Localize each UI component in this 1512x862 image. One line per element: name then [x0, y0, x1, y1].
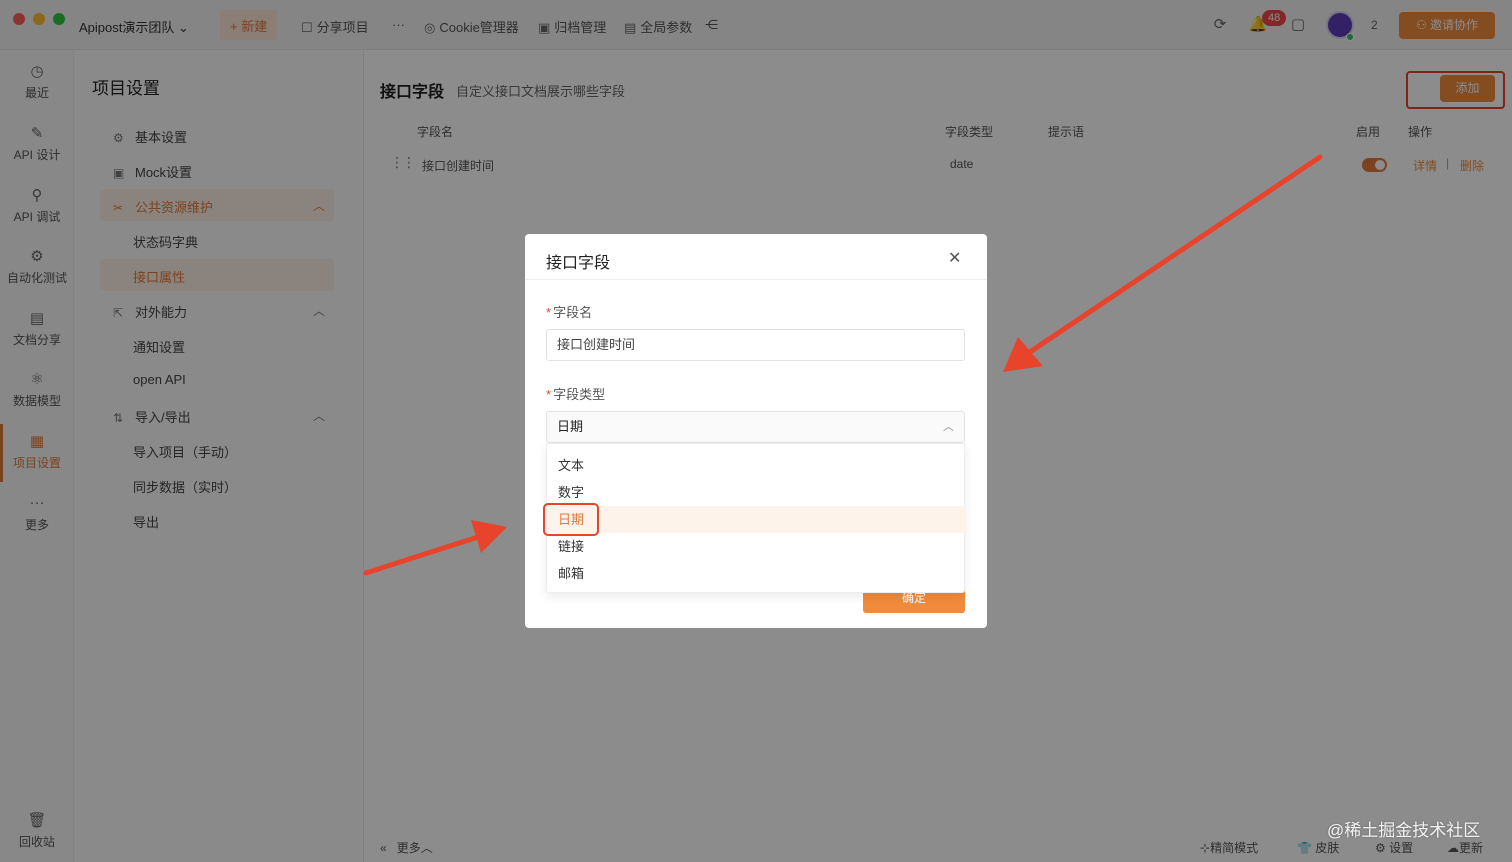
option-text[interactable]: 文本: [547, 452, 966, 479]
modal-title: 接口字段: [546, 255, 611, 272]
field-name-input[interactable]: 接口创建时间: [546, 329, 965, 361]
field-type-label-text: 字段类型: [553, 387, 606, 402]
watermark: @稀土掘金技术社区: [1327, 821, 1481, 840]
field-name-label: * 字段名: [546, 302, 592, 321]
option-link[interactable]: 链接: [547, 533, 966, 560]
required-mark: *: [546, 387, 552, 402]
field-name-label-text: 字段名: [553, 305, 593, 320]
option-number[interactable]: 数字: [547, 479, 966, 506]
chevron-up-icon: ︿: [943, 421, 954, 433]
field-type-select[interactable]: 日期 ︿: [546, 411, 965, 443]
option-email[interactable]: 邮箱: [547, 560, 966, 587]
field-modal: 接口字段 ✕ * 字段名 接口创建时间 * 字段类型 日期 ︿ 确定 文本 数字 日…: [525, 234, 987, 628]
modal-divider: [525, 279, 987, 280]
annotation-box-date: [543, 503, 599, 536]
field-type-value: 日期: [557, 419, 584, 434]
field-type-label: * 字段类型: [546, 384, 605, 403]
required-mark: *: [546, 305, 552, 320]
option-date[interactable]: 日期: [547, 506, 966, 533]
close-icon[interactable]: ✕: [948, 248, 961, 268]
field-type-dropdown: 文本 数字 日期 链接 邮箱: [546, 443, 966, 593]
